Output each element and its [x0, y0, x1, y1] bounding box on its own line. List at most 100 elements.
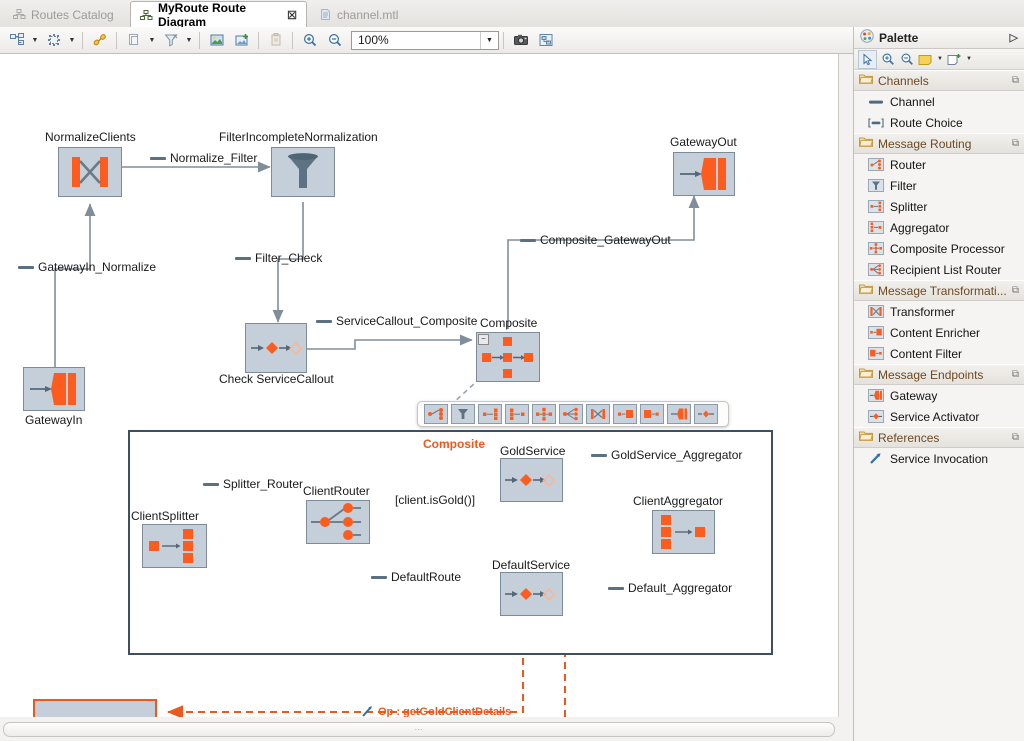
select-related-icon[interactable]	[204, 28, 229, 52]
pin-icon[interactable]: ⧉	[1012, 369, 1019, 380]
composite-group-title: Composite	[423, 437, 486, 451]
folder-icon	[859, 367, 874, 382]
palette-item-filter[interactable]: Filter	[854, 175, 1024, 196]
filter-icon[interactable]	[158, 28, 183, 52]
palette-item-transformer[interactable]: Transformer	[854, 301, 1024, 322]
palette-item-splitter[interactable]: Splitter	[854, 196, 1024, 217]
diagram-icon	[140, 9, 153, 22]
aggregator-icon	[868, 221, 884, 235]
tab-label: MyRoute Route Diagram	[158, 1, 246, 29]
edge-text: ServiceCallout_Composite	[336, 314, 478, 328]
node-check-servicecallout[interactable]	[245, 323, 307, 373]
chevron-down-icon[interactable]: ▼	[66, 29, 78, 51]
palette-group-message-routing[interactable]: Message Routing ⧉	[854, 133, 1024, 154]
paste-style-icon[interactable]	[263, 28, 288, 52]
content-filter-icon[interactable]	[640, 404, 664, 424]
palette-header: Palette ▷	[854, 27, 1024, 49]
open-new-diagram-icon[interactable]	[229, 28, 254, 52]
palette-item-aggregator[interactable]: Aggregator	[854, 217, 1024, 238]
route-choice-icon	[868, 116, 884, 130]
filter-icon[interactable]	[451, 404, 475, 424]
snapshot-icon[interactable]	[508, 28, 533, 52]
edge-text: Splitter_Router	[223, 477, 304, 491]
pin-icon[interactable]: ⧉	[1012, 432, 1019, 443]
tab-routes-catalog[interactable]: Routes Catalog	[4, 2, 130, 27]
chevron-down-icon[interactable]: ▼	[146, 29, 158, 51]
palette-item-label: Content Filter	[890, 346, 963, 361]
note-attachment-tool-icon[interactable]	[946, 51, 963, 68]
node-client-splitter[interactable]	[142, 524, 207, 568]
zoom-combobox[interactable]: 100% ▼	[351, 30, 499, 50]
pin-icon[interactable]: ⧉	[1012, 75, 1019, 86]
tab-channel-mtl[interactable]: channel.mtl	[310, 2, 415, 27]
tab-myroute-route-diagram[interactable]: MyRoute Route Diagram ☒	[130, 1, 307, 29]
edge-label-default-aggregator: Default_Aggregator	[608, 581, 732, 595]
chevron-down-icon[interactable]: ▼	[965, 51, 973, 68]
edge-text: Filter_Check	[255, 251, 323, 265]
splitter-icon[interactable]	[478, 404, 502, 424]
palette-group-message-endpoints[interactable]: Message Endpoints ⧉	[854, 364, 1024, 385]
node-composite[interactable]: −	[476, 332, 540, 382]
chevron-down-icon[interactable]: ▼	[29, 29, 41, 51]
chevron-down-icon[interactable]: ▼	[936, 51, 944, 68]
palette-item-gateway[interactable]: Gateway	[854, 385, 1024, 406]
transformer-icon[interactable]	[586, 404, 610, 424]
node-normalize-clients[interactable]	[58, 147, 122, 197]
zoom-out-tool-icon[interactable]	[898, 51, 915, 68]
note-tool-icon[interactable]	[917, 51, 934, 68]
content-filter-icon	[868, 347, 884, 361]
tab-label: Routes Catalog	[31, 7, 114, 22]
palette-group-message-transformation[interactable]: Message Transformati... ⧉	[854, 280, 1024, 301]
arrange-icon[interactable]	[4, 28, 29, 52]
aggregator-icon[interactable]	[505, 404, 529, 424]
content-enricher-icon[interactable]	[613, 404, 637, 424]
service-activator-icon[interactable]	[694, 404, 718, 424]
zoom-in-icon[interactable]	[297, 28, 322, 52]
zoom-out-icon[interactable]	[322, 28, 347, 52]
close-icon[interactable]: ☒	[287, 9, 297, 22]
node-client-aggregator[interactable]	[652, 510, 715, 554]
toolbar-separator	[82, 31, 83, 49]
palette-item-content-filter[interactable]: Content Filter	[854, 343, 1024, 364]
chevron-down-icon[interactable]: ▼	[480, 31, 498, 49]
palette-item-channel[interactable]: Channel	[854, 91, 1024, 112]
recipient-list-router-icon[interactable]	[559, 404, 583, 424]
pin-icon[interactable]: ⧉	[1012, 138, 1019, 149]
collapse-marker[interactable]: −	[478, 334, 489, 345]
palette-group-channels[interactable]: Channels ⧉	[854, 70, 1024, 91]
folder-icon	[859, 136, 874, 151]
node-client-router[interactable]	[306, 500, 370, 544]
palette-item-route-choice[interactable]: Route Choice	[854, 112, 1024, 133]
gateway-icon[interactable]	[667, 404, 691, 424]
palette-toolbar: ▼ ▼	[854, 49, 1024, 70]
node-client-details-service[interactable]: ClientDetailsService	[33, 699, 157, 717]
node-gateway-in[interactable]	[23, 367, 85, 411]
node-filter-incomplete-normalization[interactable]	[271, 147, 335, 197]
palette-item-router[interactable]: Router	[854, 154, 1024, 175]
palette-item-service-activator[interactable]: Service Activator	[854, 406, 1024, 427]
diagram-floating-palette[interactable]	[417, 401, 729, 427]
copy-appearance-icon[interactable]	[121, 28, 146, 52]
palette-group-references[interactable]: References ⧉	[854, 427, 1024, 448]
canvas-horizontal-scrollbar[interactable]: ⋯	[0, 717, 838, 741]
chevron-down-icon[interactable]: ▼	[183, 29, 195, 51]
diagram-canvas[interactable]: NormalizeClients FilterIncompleteNormali…	[0, 54, 839, 717]
composite-processor-icon[interactable]	[532, 404, 556, 424]
scrollbar-thumb[interactable]: ⋯	[3, 721, 835, 737]
palette-item-content-enricher[interactable]: Content Enricher	[854, 322, 1024, 343]
zoom-in-tool-icon[interactable]	[879, 51, 896, 68]
palette-item-composite-processor[interactable]: Composite Processor	[854, 238, 1024, 259]
palette-item-service-invocation[interactable]: Service Invocation	[854, 448, 1024, 469]
router-icon	[311, 503, 361, 540]
collapse-palette-icon[interactable]: ▷	[1010, 31, 1018, 44]
router-icon[interactable]	[424, 404, 448, 424]
pin-icon[interactable]: ⧉	[1012, 285, 1019, 296]
align-icon[interactable]	[41, 28, 66, 52]
link-icon[interactable]	[87, 28, 112, 52]
node-default-service[interactable]	[500, 572, 563, 616]
node-gold-service[interactable]	[500, 458, 563, 502]
node-gateway-out[interactable]	[673, 152, 735, 196]
select-tool-icon[interactable]	[858, 49, 877, 69]
palette-item-recipient-list-router[interactable]: Recipient List Router	[854, 259, 1024, 280]
export-diagram-icon[interactable]	[533, 28, 558, 52]
